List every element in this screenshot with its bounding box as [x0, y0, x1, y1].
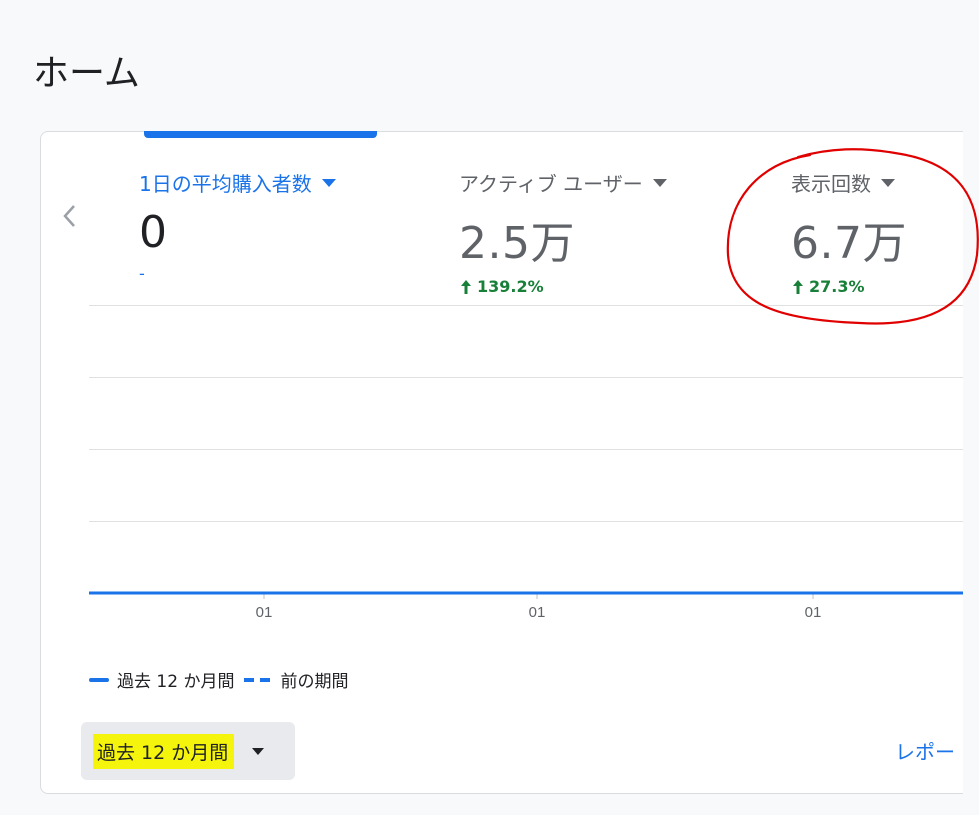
legend-item-previous: 前の期間	[244, 667, 348, 692]
metrics-card: 1日の平均購入者数 0 - アクティブ ユーザー 2.5万 139.2% 表示回…	[40, 131, 979, 794]
metric-change-text: -	[139, 264, 145, 283]
view-report-link[interactable]: レポー	[895, 736, 955, 765]
metric-label[interactable]: 表示回数	[791, 168, 907, 197]
x-tick-label-day: 01	[256, 604, 273, 621]
period-dropdown-label: 過去 12 か月間	[93, 733, 235, 769]
caret-down-icon	[252, 747, 265, 755]
period-dropdown[interactable]: 過去 12 か月間	[81, 722, 295, 780]
metric-label-text: 表示回数	[791, 172, 871, 196]
metric-label-text: 1日の平均購入者数	[139, 172, 312, 196]
legend-dashed-swatch	[244, 677, 273, 682]
metric-value: 0	[139, 207, 168, 258]
metric-change: 139.2%	[459, 277, 667, 296]
metric-change-text: 27.3%	[809, 277, 865, 296]
line-chart: 01 4月 01 7月 01 10月	[89, 305, 964, 625]
x-tick-label-day: 01	[529, 604, 546, 621]
chevron-left-icon[interactable]	[59, 202, 81, 230]
legend-solid-swatch	[89, 677, 109, 682]
metric-label[interactable]: アクティブ ユーザー	[459, 168, 667, 197]
metric-value: 6.7万	[791, 218, 907, 269]
caret-down-icon	[652, 178, 667, 187]
arrow-up-icon	[461, 279, 471, 294]
active-tab-indicator	[144, 131, 377, 138]
metric-views[interactable]: 表示回数 6.7万 27.3%	[791, 168, 907, 296]
caret-down-icon	[881, 178, 895, 187]
x-tick-label-month: 7月	[525, 624, 548, 625]
x-tick-label-month: 10月	[797, 624, 829, 625]
page-edge	[963, 0, 979, 815]
arrow-up-icon	[793, 279, 803, 294]
x-tick-label-month: 4月	[252, 624, 275, 625]
metric-change: -	[139, 264, 336, 283]
metric-label[interactable]: 1日の平均購入者数	[139, 168, 336, 197]
metric-value: 2.5万	[459, 218, 575, 269]
legend-item-current: 過去 12 か月間	[89, 667, 234, 692]
legend-label: 前の期間	[280, 672, 349, 692]
legend-label: 過去 12 か月間	[117, 672, 235, 692]
caret-down-icon	[321, 178, 336, 187]
x-tick-label-day: 01	[805, 604, 822, 621]
metric-change: 27.3%	[791, 277, 907, 296]
metric-active-users[interactable]: アクティブ ユーザー 2.5万 139.2%	[459, 168, 667, 296]
metric-avg-daily-purchasers[interactable]: 1日の平均購入者数 0 -	[139, 168, 336, 283]
metric-label-text: アクティブ ユーザー	[459, 172, 643, 196]
chart-legend: 過去 12 か月間 前の期間	[89, 667, 348, 692]
page-title: ホーム	[33, 53, 140, 94]
metric-change-text: 139.2%	[477, 277, 544, 296]
